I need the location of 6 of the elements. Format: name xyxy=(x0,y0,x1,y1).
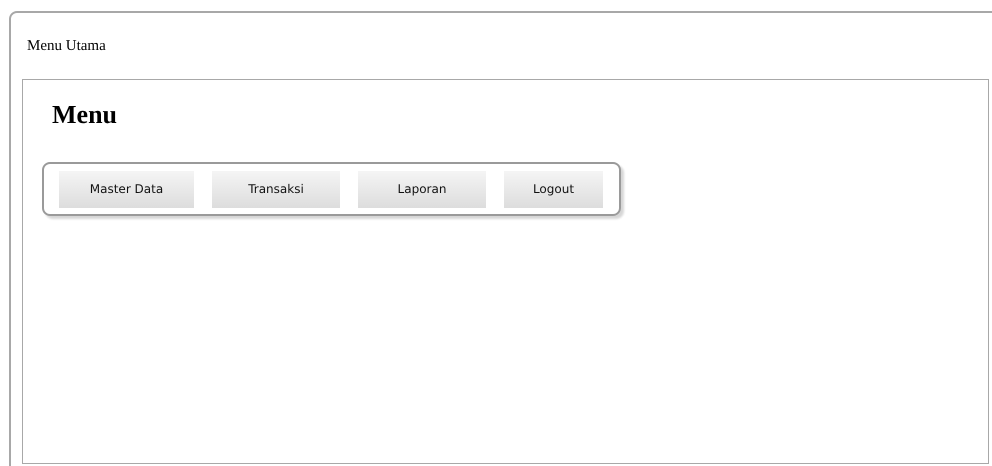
menu-button[interactable]: Laporan xyxy=(358,170,486,208)
window-title: Menu Utama xyxy=(26,37,107,56)
menu-button[interactable]: Logout xyxy=(504,170,603,208)
menu-button[interactable]: Transaksi xyxy=(212,170,340,208)
menu-button[interactable]: Master Data xyxy=(59,170,194,208)
panel-heading: Menu xyxy=(51,99,118,131)
